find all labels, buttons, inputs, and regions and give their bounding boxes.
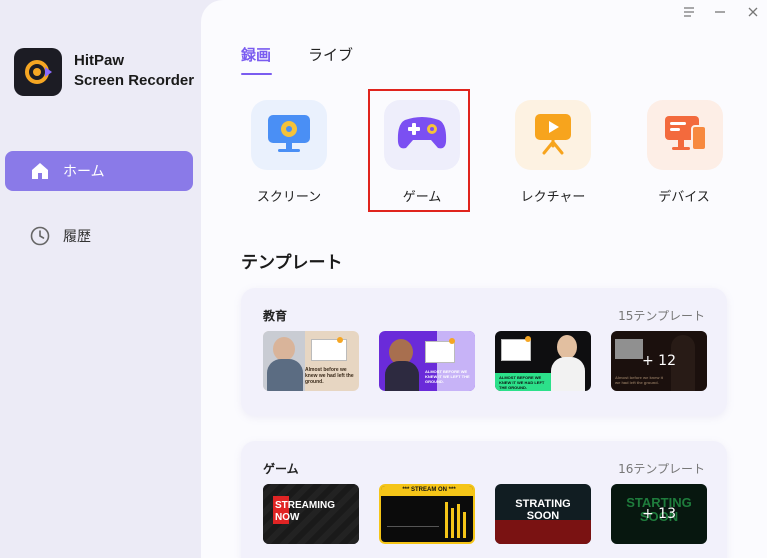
templates-title: テンプレート bbox=[241, 253, 343, 273]
minimize-icon[interactable] bbox=[710, 6, 730, 22]
template-thumb[interactable]: ALMOST BEFORE WE KNEW IT WE HAD LEFT THE… bbox=[495, 331, 591, 391]
mode-lecture-label: レクチャー bbox=[520, 190, 586, 205]
template-thumb[interactable]: *** STREAM ON *** bbox=[379, 484, 475, 544]
template-thumb[interactable]: Almost before we knew we had left the gr… bbox=[263, 331, 359, 391]
template-thumb-text: Almost before we knew we had left the gr… bbox=[305, 367, 354, 385]
template-thumb-text: STREAMING NOW bbox=[275, 500, 335, 523]
category-count: 16テンプレート bbox=[618, 462, 705, 476]
main-panel: 録画 ライブ スクリーン ゲーム レクチャー デバイス テンプレート 教育 15… bbox=[201, 0, 767, 558]
tab-live[interactable]: ライブ bbox=[308, 44, 353, 65]
sidebar-item-home[interactable]: ホーム bbox=[5, 151, 193, 191]
template-thumb[interactable]: ALMOST BEFORE WE KNEW IT WE LEFT THE GRO… bbox=[379, 331, 475, 391]
mode-screen-label: スクリーン bbox=[256, 190, 322, 205]
mode-screen-button[interactable] bbox=[251, 100, 327, 170]
mode-device-label: デバイス bbox=[658, 190, 710, 205]
tab-recording[interactable]: 録画 bbox=[241, 44, 271, 65]
more-templates-count: + 13 bbox=[611, 484, 707, 544]
template-thumb[interactable]: STARTING SOON + 13 bbox=[611, 484, 707, 544]
template-thumb-text: STRATING SOON bbox=[515, 498, 571, 522]
template-category-game: ゲーム 16テンプレート STREAMING NOW *** STREAM ON… bbox=[241, 441, 727, 558]
template-thumb[interactable]: STRATING SOON bbox=[495, 484, 591, 544]
menu-icon[interactable] bbox=[679, 6, 699, 22]
app-name-line2: Screen Recorder bbox=[74, 72, 195, 89]
devices-icon bbox=[660, 108, 710, 162]
more-templates-count: + 12 bbox=[611, 331, 707, 391]
clock-icon bbox=[29, 225, 51, 247]
category-title: 教育 bbox=[263, 309, 288, 323]
sidebar: HitPaw Screen Recorder ホーム 履歴 bbox=[0, 0, 205, 558]
lecture-board-icon bbox=[528, 108, 578, 162]
selected-mode-highlight bbox=[368, 89, 470, 212]
template-thumb[interactable]: Almost before we knew it we had left the… bbox=[611, 331, 707, 391]
mode-lecture-button[interactable] bbox=[515, 100, 591, 170]
active-tab-indicator bbox=[241, 73, 272, 75]
home-icon bbox=[29, 160, 51, 182]
app-name: HitPaw Screen Recorder bbox=[74, 51, 194, 91]
category-count: 15テンプレート bbox=[618, 309, 705, 323]
template-thumb-text: *** STREAM ON *** bbox=[402, 487, 456, 493]
sidebar-item-label: 履歴 bbox=[63, 229, 91, 245]
sidebar-item-label: ホーム bbox=[63, 164, 105, 180]
template-category-education: 教育 15テンプレート Almost before we knew we had… bbox=[241, 288, 727, 416]
mode-device-button[interactable] bbox=[647, 100, 723, 170]
monitor-icon bbox=[264, 108, 314, 162]
template-thumb-text: ALMOST BEFORE WE KNEW IT WE LEFT THE GRO… bbox=[425, 369, 470, 384]
app-name-line1: HitPaw bbox=[74, 52, 125, 69]
category-title: ゲーム bbox=[263, 462, 299, 476]
sidebar-item-history[interactable]: 履歴 bbox=[5, 216, 193, 256]
template-thumb-text: ALMOST BEFORE WE KNEW IT WE HAD LEFT THE… bbox=[499, 375, 545, 390]
app-logo-icon bbox=[14, 48, 62, 96]
template-thumb[interactable]: STREAMING NOW bbox=[263, 484, 359, 544]
close-icon[interactable] bbox=[743, 6, 763, 22]
